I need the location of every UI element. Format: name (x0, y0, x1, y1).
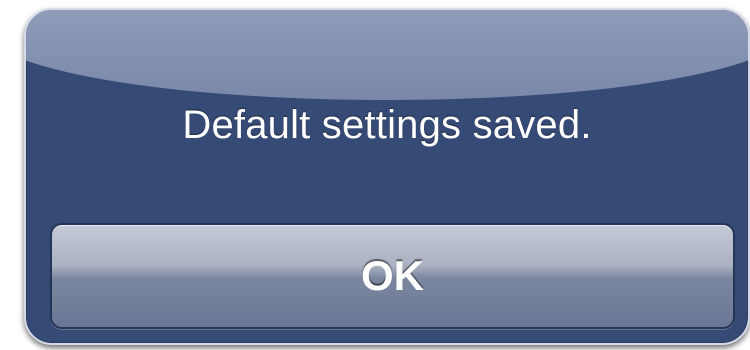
ok-button[interactable]: OK (50, 223, 735, 329)
screen: Default settings saved. OK (0, 0, 750, 350)
ok-button-label: OK (361, 252, 424, 299)
alert-gloss-highlight (26, 10, 748, 100)
alert-dialog: Default settings saved. OK (24, 8, 750, 345)
alert-message: Default settings saved. (182, 103, 592, 147)
